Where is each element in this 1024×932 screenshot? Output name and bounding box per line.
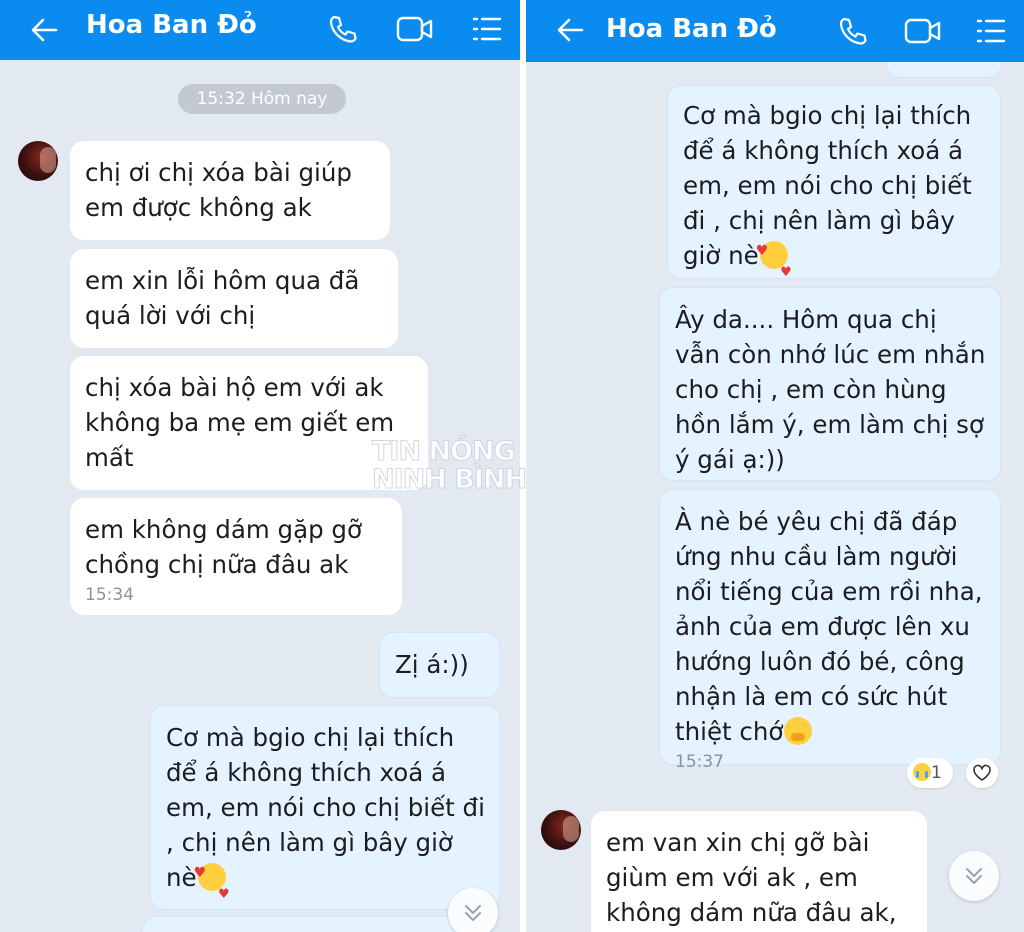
message-text: Cơ mà bgio chị lại thích để á không thíc… <box>683 98 986 290</box>
message-outgoing[interactable]: Ây da.... Hôm qua chị vẫn còn nhớ lúc em… <box>659 287 1001 481</box>
scroll-down-button[interactable] <box>448 888 498 932</box>
smiling-hearts-emoji-icon <box>756 234 792 290</box>
message-outgoing[interactable]: À nè bé yêu chị đã đáp ứng nhu cầu làm n… <box>659 489 1001 772</box>
reaction-badge[interactable]: 1 <box>907 758 953 788</box>
contact-name[interactable]: Hoa Ban Đỏ <box>86 8 257 42</box>
message-text: chị ơi chị xóa bài giúp em được không ak <box>85 158 352 222</box>
scroll-down-icon <box>465 905 481 921</box>
message-text: em xin lỗi hôm qua đã quá lời với chị <box>85 266 360 330</box>
reaction-count: 1 <box>931 763 942 783</box>
chat-header: Hoa Ban Đỏ <box>0 0 520 60</box>
message-timestamp: 15:34 <box>85 585 134 605</box>
message-outgoing[interactable]: Zị á:)) <box>379 632 500 698</box>
menu-list-icon[interactable] <box>974 14 1008 48</box>
message-outgoing-partial[interactable] <box>142 916 492 932</box>
menu-list-icon[interactable] <box>470 12 504 46</box>
heart-icon <box>973 764 991 781</box>
message-incoming[interactable]: em không dám gặp gỡ chồng chị nữa đâu ak… <box>70 498 402 615</box>
message-incoming[interactable]: chị ơi chị xóa bài giúp em được không ak <box>70 141 390 240</box>
message-outgoing[interactable]: Cơ mà bgio chị lại thích để á không thíc… <box>150 705 500 912</box>
giggle-emoji-icon <box>784 717 813 745</box>
message-text: À nè bé yêu chị đã đáp ứng nhu cầu làm n… <box>675 504 986 749</box>
message-text: em không dám gặp gỡ chồng chị nữa đâu ak <box>85 515 362 579</box>
back-arrow-icon[interactable] <box>554 14 586 46</box>
chat-screen-right: Hoa Ban Đỏ Cơ mà bgio chị lại thích để á… <box>526 0 1024 932</box>
video-call-icon[interactable] <box>904 14 941 48</box>
scroll-down-button[interactable] <box>949 851 999 901</box>
like-button[interactable] <box>966 758 998 788</box>
phone-icon[interactable] <box>326 12 360 46</box>
message-incoming[interactable]: chị xóa bài hộ em với ak không ba mẹ em … <box>70 356 428 490</box>
smiling-hearts-emoji-icon <box>194 856 230 912</box>
phone-icon[interactable] <box>836 14 870 48</box>
message-text: chị xóa bài hộ em với ak không ba mẹ em … <box>85 373 395 472</box>
avatar[interactable] <box>18 141 58 181</box>
scroll-down-icon <box>966 868 982 884</box>
avatar[interactable] <box>541 810 581 850</box>
back-arrow-icon[interactable] <box>28 14 60 46</box>
message-incoming[interactable]: em xin lỗi hôm qua đã quá lời với chị <box>70 249 398 348</box>
message-text: em van xin chị gỡ bài giùm em với ak , e… <box>606 828 897 927</box>
message-text: Cơ mà bgio chị lại thích để á không thíc… <box>166 720 485 912</box>
message-text-content: À nè bé yêu chị đã đáp ứng nhu cầu làm n… <box>675 507 983 746</box>
message-incoming[interactable]: em van xin chị gỡ bài giùm em với ak , e… <box>591 811 927 932</box>
video-call-icon[interactable] <box>396 12 433 46</box>
message-text: Zị á:)) <box>395 650 469 679</box>
contact-name[interactable]: Hoa Ban Đỏ <box>606 12 777 46</box>
message-text-content: Cơ mà bgio chị lại thích để á không thíc… <box>683 101 972 270</box>
crying-emoji-icon <box>913 763 931 781</box>
message-outgoing[interactable]: Cơ mà bgio chị lại thích để á không thíc… <box>667 85 1001 290</box>
chat-screen-left: Hoa Ban Đỏ 15:32 Hôm nay chị ơi chị xóa … <box>0 0 520 932</box>
time-divider: 15:32 Hôm nay <box>178 84 346 114</box>
message-text: Ây da.... Hôm qua chị vẫn còn nhớ lúc em… <box>675 305 986 474</box>
chat-header: Hoa Ban Đỏ <box>526 0 1024 62</box>
